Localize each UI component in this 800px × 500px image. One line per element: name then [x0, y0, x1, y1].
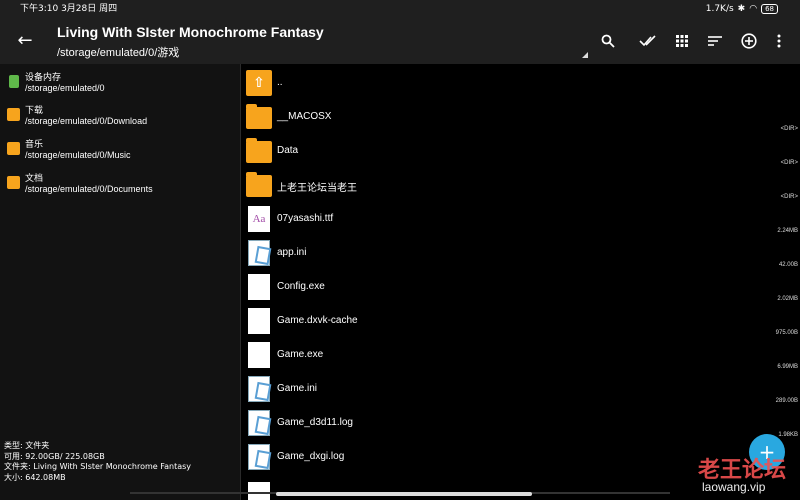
document-folder-icon [7, 176, 20, 189]
file-row-config-exe[interactable]: Config.exe 2.02MB [242, 270, 800, 304]
page-title: Living With SIster Monochrome Fantasy [57, 24, 324, 40]
file-icon [248, 308, 270, 334]
file-name: app.ini [277, 247, 307, 258]
sidebar-item-label: 文档 [25, 174, 44, 184]
sidebar-item-documents[interactable]: 文档 /storage/emulated/0/Documents [0, 169, 241, 201]
select-all-icon[interactable] [637, 30, 659, 52]
music-folder-icon [7, 142, 20, 155]
ini-file-icon [248, 240, 270, 266]
file-row-d3d11-log[interactable]: Game_d3d11.log 1.98KB [242, 406, 800, 440]
file-icon [248, 482, 270, 500]
file-row-parent[interactable]: ⇧ .. [242, 66, 800, 100]
gesture-nav-bar[interactable] [276, 492, 532, 496]
file-name: 上老王论坛当老王 [277, 183, 357, 194]
battery-icon: 68 [761, 4, 778, 14]
search-icon[interactable] [597, 30, 619, 52]
sidebar-item-path: /storage/emulated/0/Download [25, 116, 148, 126]
sidebar-item-label: 设备内存 [25, 73, 62, 83]
current-path: /storage/emulated/0/游戏 [57, 47, 180, 59]
status-time: 下午3:10 3月28日 周四 [20, 4, 118, 14]
status-bar: 下午3:10 3月28日 周四 1.7K/s ✱ ◠ 68 [0, 0, 800, 18]
file-name: Game.ini [277, 383, 318, 394]
file-name: __MACOSX [277, 111, 332, 122]
file-row-game-exe[interactable]: Game.exe 6.99MB [242, 338, 800, 372]
file-name: Game.exe [277, 349, 324, 360]
file-name: 07yasashi.ttf [277, 213, 334, 224]
font-file-icon: Aa [248, 206, 270, 232]
sidebar-item-path: /storage/emulated/0 [25, 83, 105, 93]
log-file-icon [248, 410, 270, 436]
file-list: ⇧ .. __MACOSX <DIR> Data <DIR> 上老王论坛当老王 … [242, 64, 800, 500]
sidebar-item-label: 下载 [25, 106, 44, 116]
grid-view-icon[interactable] [671, 30, 693, 52]
file-name: Config.exe [277, 281, 325, 292]
file-size: 2.02MB [777, 296, 798, 302]
file-size: 1.98KB [778, 432, 798, 438]
log-file-icon [248, 444, 270, 470]
file-name: .. [277, 77, 283, 88]
file-name: Game.dxvk-cache [277, 315, 358, 326]
up-folder-icon: ⇧ [246, 70, 272, 96]
wifi-icon: ◠ [749, 4, 758, 14]
file-name: Game_dxgi.log [277, 451, 345, 462]
info-available: 可用: 92.00GB/ 225.08GB [4, 451, 105, 461]
sidebar-item-music[interactable]: 音乐 /storage/emulated/0/Music [0, 135, 241, 167]
file-row-macosx[interactable]: __MACOSX <DIR> [242, 100, 800, 134]
file-size: 975.00B [775, 330, 798, 336]
app-bar: ← Living With SIster Monochrome Fantasy … [0, 18, 800, 64]
info-type: 类型: 文件夹 [4, 441, 50, 450]
file-size: <DIR> [780, 194, 798, 200]
file-row-app-ini[interactable]: app.ini 42.00B [242, 236, 800, 270]
file-row-game-ini[interactable]: Game.ini 289.00B [242, 372, 800, 406]
sidebar-item-path: /storage/emulated/0/Music [25, 150, 131, 160]
status-indicators: 1.7K/s ✱ ◠ 68 [706, 0, 778, 18]
folder-icon [246, 172, 272, 197]
sidebar: 设备内存 /storage/emulated/0 下载 /storage/emu… [0, 64, 241, 500]
more-options-icon[interactable] [768, 30, 790, 52]
sort-icon[interactable] [704, 30, 726, 52]
file-row-dxvk-cache[interactable]: Game.dxvk-cache 975.00B [242, 304, 800, 338]
file-icon [248, 342, 270, 368]
file-row-ttf[interactable]: Aa 07yasashi.ttf 2.24MB [242, 202, 800, 236]
file-name: Game_d3d11.log [277, 417, 353, 428]
sidebar-item-device-storage[interactable]: 设备内存 /storage/emulated/0 [0, 68, 241, 100]
add-circle-icon[interactable] [738, 30, 760, 52]
bluetooth-icon: ✱ [737, 4, 746, 14]
file-size: <DIR> [780, 160, 798, 166]
file-row-laowang[interactable]: 上老王论坛当老王 <DIR> [242, 168, 800, 202]
folder-icon [246, 104, 272, 129]
selection-corner-icon [582, 52, 588, 58]
file-icon [248, 274, 270, 300]
file-size: 42.00B [778, 262, 798, 268]
download-folder-icon [7, 108, 20, 121]
file-row-data[interactable]: Data <DIR> [242, 134, 800, 168]
folder-info-panel: 类型: 文件夹 可用: 92.00GB/ 225.08GB 文件夹: Livin… [4, 441, 191, 483]
file-size: 2.24MB [777, 228, 798, 234]
sidebar-item-download[interactable]: 下载 /storage/emulated/0/Download [0, 101, 241, 133]
file-size: 289.00B [775, 398, 798, 404]
file-size: 6.99MB [777, 364, 798, 370]
info-folder: 文件夹: Living With SIster Monochrome Fanta… [4, 462, 192, 471]
file-name: Data [277, 145, 299, 156]
back-arrow-icon[interactable]: ← [12, 28, 38, 54]
file-size: <DIR> [780, 126, 798, 132]
phone-storage-icon [9, 75, 19, 88]
sidebar-item-path: /storage/emulated/0/Documents [25, 184, 153, 194]
watermark-url: laowang.vip [702, 480, 766, 494]
info-size: 大小: 642.08MB [4, 472, 66, 482]
ini-file-icon [248, 376, 270, 402]
folder-icon [246, 138, 272, 163]
sidebar-item-label: 音乐 [25, 140, 44, 150]
net-speed: 1.7K/s [705, 4, 734, 14]
